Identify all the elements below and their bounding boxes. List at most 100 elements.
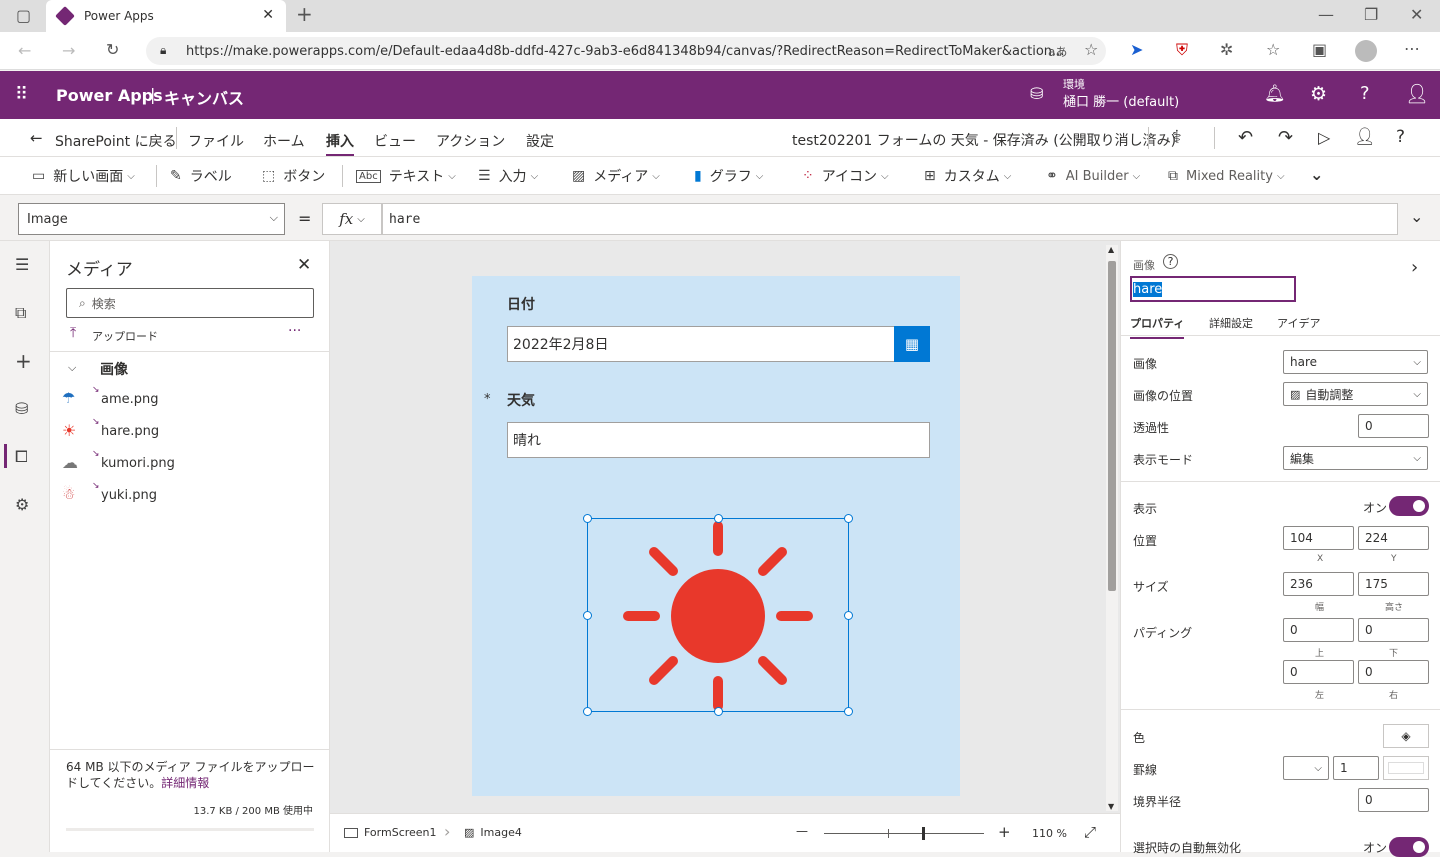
menu-action[interactable]: アクション <box>436 131 505 151</box>
zoom-in-button[interactable]: + <box>998 823 1011 841</box>
undo-icon[interactable]: ↶ <box>1238 127 1253 148</box>
zoom-slider-thumb[interactable] <box>921 827 925 840</box>
ribbon-text[interactable]: Abc テキスト ⌵ <box>356 157 456 195</box>
share-icon[interactable]: 👤︎ <box>1354 127 1376 147</box>
favorite-add-icon[interactable]: ☆ <box>1084 42 1098 58</box>
image-prop-dropdown[interactable]: hare ⌵ <box>1283 350 1428 374</box>
data-cylinder-icon[interactable]: ⛁ <box>15 399 28 418</box>
profile-avatar[interactable] <box>1355 40 1377 62</box>
new-tab-icon[interactable]: + <box>296 4 313 24</box>
refresh-icon[interactable]: ↻ <box>106 42 119 58</box>
canvas-scrollbar[interactable]: ▲ ▼ <box>1106 245 1118 811</box>
form-screen[interactable]: 日付 2022年2月8日 ▦ * 天気 晴れ <box>472 276 960 796</box>
media-file-item[interactable]: ☁ ↘ kumori.png <box>62 449 322 477</box>
date-picker[interactable]: 2022年2月8日 ▦ <box>507 326 930 362</box>
notifications-icon[interactable]: 🔔︎ <box>1264 84 1286 104</box>
border-style-dropdown[interactable]: ⌵ <box>1283 756 1329 780</box>
calendar-icon[interactable]: ▦ <box>894 326 930 362</box>
help-icon[interactable]: ? <box>1360 83 1370 104</box>
media-icon[interactable]: ⧠ <box>15 447 28 467</box>
menu-view[interactable]: ビュー <box>374 131 416 151</box>
insert-plus-icon[interactable]: + <box>15 349 32 373</box>
media-file-item[interactable]: ☀ ↘ hare.png <box>62 417 322 445</box>
restore-icon[interactable]: ❐ <box>1364 7 1378 23</box>
fx-button[interactable]: fx ⌵ <box>322 203 382 235</box>
formula-expand-icon[interactable]: ⌄ <box>1410 207 1423 226</box>
info-icon[interactable]: ? <box>1163 254 1178 269</box>
back-arrow-icon[interactable]: ← <box>30 129 43 147</box>
menu-home[interactable]: ホーム <box>263 131 305 151</box>
account-icon[interactable]: 👤︎ <box>1405 82 1429 105</box>
width-input[interactable]: 236 <box>1283 572 1354 596</box>
media-file-item[interactable]: ☃ ↘ yuki.png <box>62 481 322 509</box>
image-control-selected[interactable] <box>583 514 853 716</box>
menu-settings[interactable]: 設定 <box>526 131 554 151</box>
border-color-button[interactable] <box>1383 756 1429 780</box>
padding-bottom-input[interactable]: 0 <box>1358 618 1429 642</box>
brand-name[interactable]: Power Apps <box>56 86 163 105</box>
tab-ideas[interactable]: アイデア <box>1277 315 1320 331</box>
browser-tab[interactable]: Power Apps ✕ <box>46 0 286 32</box>
ribbon-ai-builder[interactable]: ⚭ AI Builder ⌵ <box>1046 157 1140 195</box>
url-field[interactable]: 🔒︎ https://make.powerapps.com/e/Default-… <box>146 37 1106 65</box>
display-mode-dropdown[interactable]: 編集 ⌵ <box>1283 446 1428 470</box>
media-search-input[interactable]: ⌕ 検索 <box>66 288 314 318</box>
shield-extension-icon[interactable]: ⛨ <box>1176 42 1188 58</box>
border-radius-input[interactable]: 0 <box>1358 788 1429 812</box>
image-position-dropdown[interactable]: ▨ 自動調整 ⌵ <box>1283 382 1428 406</box>
formula-input[interactable]: hare <box>382 203 1398 235</box>
tab-advanced[interactable]: 詳細設定 <box>1209 315 1253 331</box>
resize-handle[interactable] <box>844 707 853 716</box>
favorites-icon[interactable]: ☆ <box>1266 42 1280 58</box>
close-pane-icon[interactable]: ✕ <box>297 255 311 275</box>
advanced-tools-icon[interactable]: ⚙ <box>15 495 29 514</box>
padding-top-input[interactable]: 0 <box>1283 618 1354 642</box>
zoom-out-button[interactable]: — <box>796 824 808 838</box>
preview-play-icon[interactable]: ▷ <box>1318 128 1330 147</box>
control-name-input[interactable]: hare <box>1130 276 1296 302</box>
padding-right-input[interactable]: 0 <box>1358 660 1429 684</box>
menu-insert[interactable]: 挿入 <box>326 131 354 156</box>
ribbon-media[interactable]: ▨ メディア ⌵ <box>572 157 660 195</box>
breadcrumb-control[interactable]: ▨ Image4 <box>464 826 522 839</box>
read-aloud-icon[interactable]: aあ <box>1048 44 1067 60</box>
visible-toggle[interactable] <box>1389 496 1429 516</box>
browser-menu-icon[interactable]: ⋯ <box>1404 41 1420 57</box>
environment-name[interactable]: 樋口 勝一 (default) <box>1063 91 1179 110</box>
more-options-icon[interactable]: ··· <box>288 323 301 339</box>
minimize-icon[interactable]: — <box>1318 7 1334 23</box>
details-link[interactable]: 詳細情報 <box>161 776 209 790</box>
ribbon-mixed-reality[interactable]: ⧉ Mixed Reality ⌵ <box>1168 157 1285 195</box>
collapse-panel-icon[interactable]: › <box>1411 257 1418 278</box>
menu-file[interactable]: ファイル <box>188 131 244 151</box>
hamburger-menu-icon[interactable]: ☰ <box>15 255 29 274</box>
upload-link[interactable]: アップロード <box>92 328 158 344</box>
fit-to-window-icon[interactable]: ⤢ <box>1084 823 1096 841</box>
back-to-sharepoint[interactable]: SharePoint に戻る <box>55 131 177 151</box>
height-input[interactable]: 175 <box>1358 572 1429 596</box>
redo-icon[interactable]: ↷ <box>1278 127 1293 148</box>
settings-icon[interactable]: ⚙ <box>1310 83 1327 105</box>
ribbon-input[interactable]: ☰ 入力 ⌵ <box>478 157 538 195</box>
ribbon-label[interactable]: ✎ ラベル <box>170 157 232 195</box>
ribbon-custom[interactable]: ⊞ カスタム ⌵ <box>924 157 1011 195</box>
forward-icon[interactable]: → <box>62 43 75 59</box>
fill-color-button[interactable]: ◈ <box>1383 724 1429 748</box>
extensions-icon[interactable]: ✲ <box>1220 42 1233 58</box>
auto-disable-toggle[interactable] <box>1389 837 1429 857</box>
resize-handle[interactable] <box>583 514 592 523</box>
zoom-slider[interactable] <box>824 827 984 840</box>
resize-handle[interactable] <box>714 707 723 716</box>
ribbon-chart[interactable]: ▮ グラフ ⌵ <box>694 157 763 195</box>
tab-actions-icon[interactable]: ▢ <box>16 8 31 24</box>
y-input[interactable]: 224 <box>1358 526 1429 550</box>
ribbon-icons[interactable]: ⁘ アイコン ⌵ <box>802 157 889 195</box>
resize-handle[interactable] <box>583 707 592 716</box>
resize-handle[interactable] <box>583 611 592 620</box>
app-checker-icon[interactable]: ⚕ <box>1172 127 1182 148</box>
ribbon-button[interactable]: ⬚ ボタン <box>262 157 325 195</box>
border-width-input[interactable]: 1 <box>1333 756 1379 780</box>
breadcrumb-screen[interactable]: FormScreen1 <box>344 826 437 839</box>
padding-left-input[interactable]: 0 <box>1283 660 1354 684</box>
close-tab-icon[interactable]: ✕ <box>262 7 274 23</box>
